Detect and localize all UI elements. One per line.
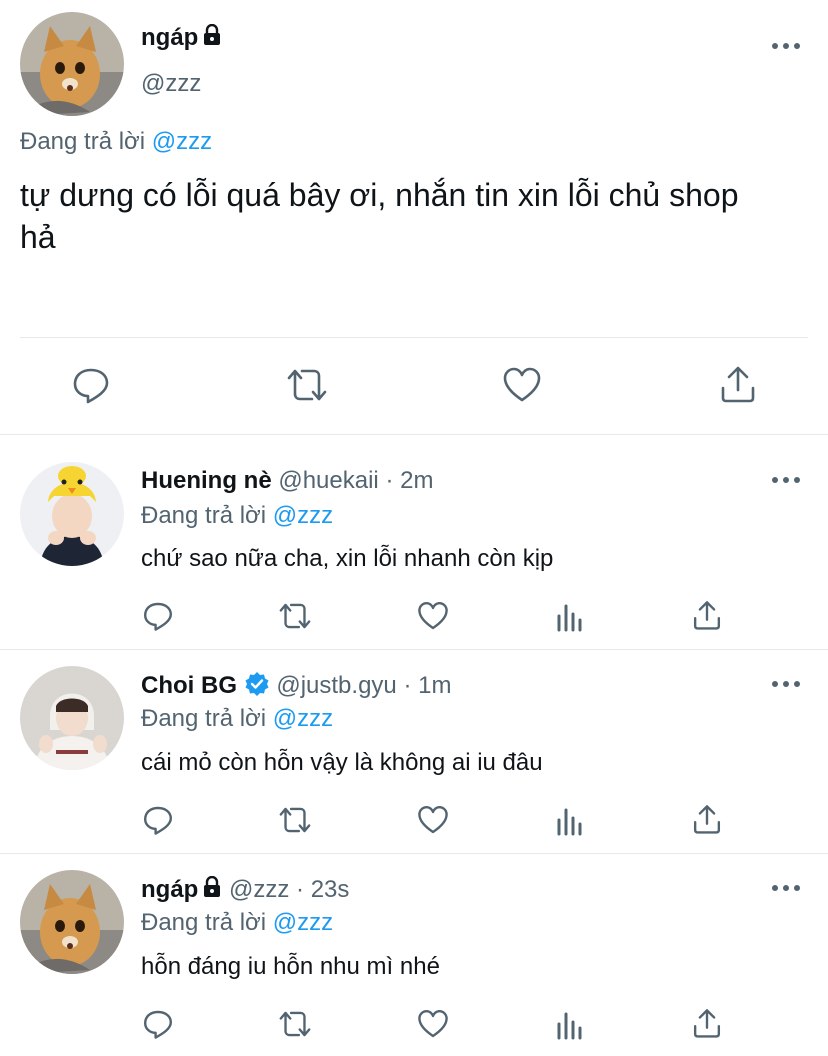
divider — [0, 853, 828, 854]
more-icon[interactable] — [766, 470, 806, 490]
author-name[interactable]: Choi BG — [141, 672, 237, 699]
author-handle[interactable]: @justb.gyu — [276, 672, 396, 699]
more-icon[interactable] — [766, 674, 806, 694]
tweet-text: cái mỏ còn hỗn vậy là không ai iu đâu — [141, 749, 543, 776]
replying-to-handle[interactable]: @zzz — [273, 909, 333, 936]
tweet-text: tự dưng có lỗi quá bây ơi, nhắn tin xin … — [20, 174, 820, 258]
share-icon[interactable] — [692, 803, 722, 835]
retweet-icon[interactable] — [276, 1009, 314, 1039]
share-icon[interactable] — [719, 364, 757, 404]
like-icon[interactable] — [417, 601, 449, 631]
views-icon[interactable] — [556, 1010, 584, 1040]
more-icon[interactable] — [766, 36, 806, 56]
timestamp[interactable]: · 1m — [403, 672, 451, 699]
tweet-text: hỗn đáng iu hỗn nhu mì nhé — [141, 953, 440, 980]
timestamp[interactable]: · 2m — [385, 467, 433, 494]
replying-to: Đang trả lời @zzz — [141, 703, 333, 735]
replying-to-handle[interactable]: @zzz — [152, 128, 212, 155]
author-handle[interactable]: @zzz — [141, 68, 201, 100]
replying-to-label: Đang trả lời — [141, 705, 267, 732]
share-icon[interactable] — [692, 599, 722, 631]
tweet-text-line: hả — [20, 219, 56, 255]
author-name-row: ngáp — [141, 22, 222, 55]
lock-icon — [202, 23, 222, 55]
reply-icon[interactable] — [142, 804, 174, 836]
tweet-text-line: tự dưng có lỗi quá bây ơi, nhắn tin xin … — [20, 177, 739, 213]
replying-to: Đang trả lời @zzz — [20, 126, 212, 158]
share-icon[interactable] — [692, 1007, 722, 1039]
divider — [0, 649, 828, 650]
tweet-text: chứ sao nữa cha, xin lỗi nhanh còn kịp — [141, 545, 554, 572]
replying-to-handle[interactable]: @zzz — [273, 502, 333, 529]
views-icon[interactable] — [556, 806, 584, 836]
timestamp[interactable]: · 23s — [296, 876, 349, 903]
views-icon[interactable] — [556, 602, 584, 632]
divider — [20, 337, 808, 338]
replying-to-handle[interactable]: @zzz — [273, 705, 333, 732]
reply-icon[interactable] — [142, 1008, 174, 1040]
reply-header: Choi BG @justb.gyu · 1m — [141, 670, 451, 702]
author-handle[interactable]: @huekaii — [278, 467, 378, 494]
author-name[interactable]: ngáp — [141, 876, 198, 903]
lock-icon — [202, 875, 222, 907]
replying-to: Đang trả lời @zzz — [141, 907, 333, 939]
verified-icon — [244, 671, 270, 697]
retweet-icon[interactable] — [276, 805, 314, 835]
reply-header: Huening nè @huekaii · 2m — [141, 465, 433, 497]
divider — [0, 434, 828, 435]
retweet-icon[interactable] — [276, 601, 314, 631]
avatar-huening[interactable] — [20, 462, 124, 566]
reply-header: ngáp @zzz · 23s — [141, 874, 349, 907]
avatar-cat[interactable] — [20, 870, 124, 974]
replying-to: Đang trả lời @zzz — [141, 500, 333, 532]
replying-to-label: Đang trả lời — [141, 502, 267, 529]
author-name[interactable]: Huening nè — [141, 467, 272, 494]
replying-to-label: Đang trả lời — [20, 128, 146, 155]
like-icon[interactable] — [417, 805, 449, 835]
reply-icon[interactable] — [142, 600, 174, 632]
avatar-cat[interactable] — [20, 12, 124, 116]
reply-icon[interactable] — [71, 365, 111, 405]
replying-to-label: Đang trả lời — [141, 909, 267, 936]
author-handle[interactable]: @zzz — [229, 876, 289, 903]
author-name[interactable]: ngáp — [141, 24, 198, 51]
retweet-icon[interactable] — [284, 366, 330, 404]
more-icon[interactable] — [766, 878, 806, 898]
like-icon[interactable] — [417, 1009, 449, 1039]
avatar-choi[interactable] — [20, 666, 124, 770]
like-icon[interactable] — [502, 367, 542, 403]
